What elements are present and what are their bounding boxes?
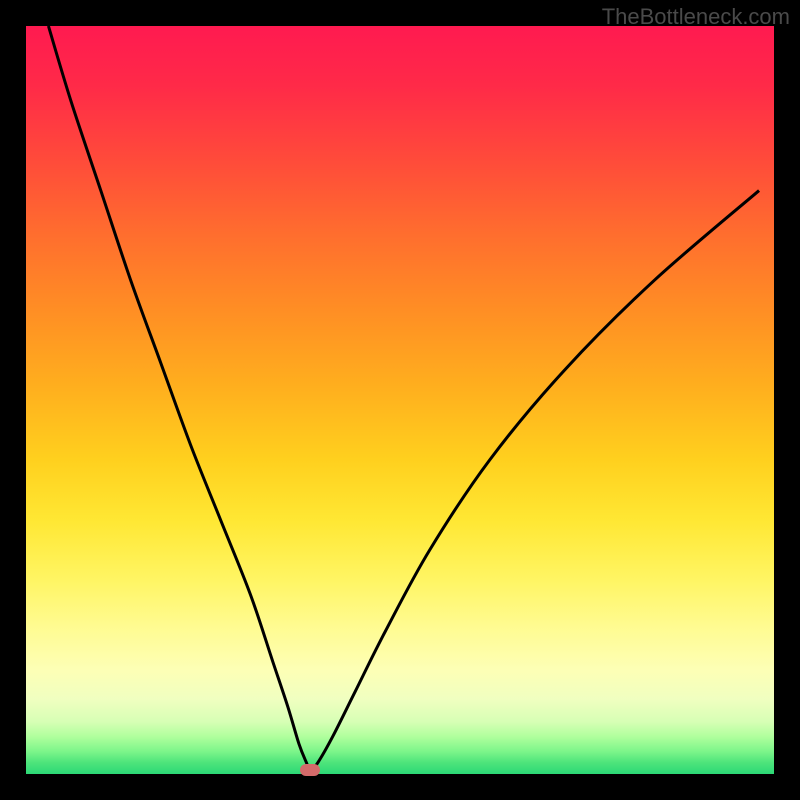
bottleneck-curve-path [48, 26, 759, 770]
minimum-marker [300, 764, 320, 776]
curve-svg [26, 26, 774, 774]
watermark-text: TheBottleneck.com [602, 4, 790, 30]
plot-area [26, 26, 774, 774]
